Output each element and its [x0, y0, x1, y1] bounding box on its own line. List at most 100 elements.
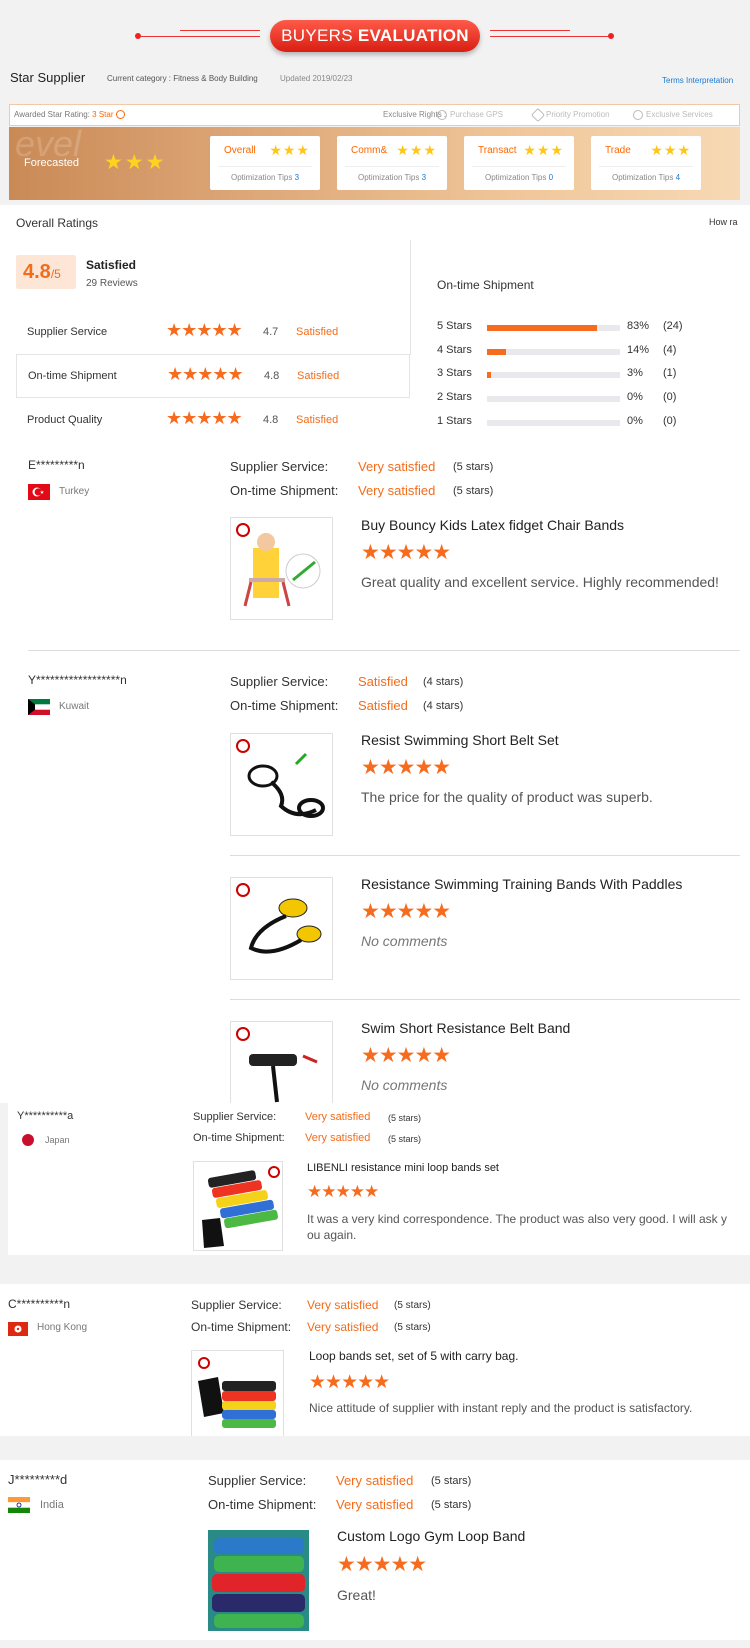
breakdown-count: (0)	[663, 415, 677, 427]
review-comment-continued: ou again.	[307, 1228, 357, 1242]
dsr-label: Supplier Service	[27, 326, 108, 338]
product-title[interactable]: Loop bands set, set of 5 with carry bag.	[309, 1349, 518, 1363]
review-comment: Nice attitude of supplier with instant r…	[309, 1401, 693, 1415]
product-thumbnail[interactable]	[230, 877, 333, 980]
crescent-star-icon	[32, 487, 44, 497]
card-divider	[599, 166, 693, 167]
product-thumbnail[interactable]	[208, 1530, 309, 1631]
breakdown-label: 4 Stars	[437, 344, 472, 356]
breakdown-label: 1 Stars	[437, 415, 472, 427]
tips-count[interactable]: 3	[295, 173, 299, 182]
banner-title: BUYERS EVALUATION	[270, 20, 480, 52]
ontime-shipment-stars: (4 stars)	[423, 700, 464, 712]
ontime-shipment-stars: (5 stars)	[388, 1134, 422, 1144]
reviewer-country: Turkey	[59, 486, 90, 497]
reviewer-country: India	[40, 1499, 64, 1511]
card-name: Transact	[478, 145, 517, 156]
card-tips: Optimization Tips 0	[464, 173, 574, 182]
product-stars: ★★★★★	[361, 541, 451, 564]
card-name: Overall	[224, 145, 256, 156]
card-overall[interactable]: Overall ★★★ Optimization Tips 3	[210, 136, 320, 190]
banner: BUYERS EVALUATION	[0, 0, 750, 62]
ontime-shipment-stars: (5 stars)	[453, 485, 494, 497]
breakdown-pct: 14%	[627, 344, 650, 356]
help-icon[interactable]	[115, 110, 125, 120]
product-title[interactable]: Swim Short Resistance Belt Band	[361, 1020, 570, 1036]
product-title[interactable]: Custom Logo Gym Loop Band	[337, 1528, 525, 1544]
review-comment: It was a very kind correspondence. The p…	[307, 1212, 727, 1226]
card-tips: Optimization Tips 3	[210, 173, 320, 182]
ontime-shipment-label: On-time Shipment:	[191, 1320, 292, 1334]
banner-dot-right	[608, 33, 614, 39]
supplier-service-label: Supplier Service:	[230, 674, 329, 689]
product-title[interactable]: LIBENLI resistance mini loop bands set	[307, 1162, 499, 1174]
banner-line-right-2	[490, 30, 570, 31]
review-comment: Great!	[337, 1587, 376, 1603]
review-comment: No comments	[361, 1077, 448, 1093]
product-thumbnail[interactable]	[193, 1161, 283, 1251]
card-tips: Optimization Tips 4	[591, 173, 701, 182]
supplier-service-value: Very satisfied	[336, 1473, 414, 1488]
current-category: Current category : Fitness & Body Buildi…	[107, 74, 258, 83]
card-communication[interactable]: Comm& ★★★ Optimization Tips 3	[337, 136, 447, 190]
dsr-label: On-time Shipment	[28, 370, 117, 382]
tips-count[interactable]: 4	[676, 173, 680, 182]
card-divider	[218, 166, 312, 167]
product-divider	[230, 999, 740, 1000]
exclusive-item-label: Priority Promotion	[546, 110, 610, 120]
chair-bands-image	[236, 523, 321, 607]
breakdown-track	[487, 372, 620, 378]
breakdown-pct: 83%	[627, 320, 650, 332]
product-thumbnail[interactable]	[230, 1021, 333, 1103]
card-stars: ★★★	[523, 142, 564, 158]
product-title[interactable]: Resist Swimming Short Belt Set	[361, 732, 559, 748]
supplier-service-stars: (5 stars)	[453, 461, 494, 473]
score-out-of: /5	[50, 267, 61, 281]
card-trade[interactable]: Trade ★★★ Optimization Tips 4	[591, 136, 701, 190]
breakdown-fill	[487, 349, 506, 355]
product-thumbnail[interactable]	[230, 517, 333, 620]
tips-count[interactable]: 3	[422, 173, 426, 182]
breakdown-count: (4)	[663, 344, 677, 356]
overall-satisfaction: Satisfied	[86, 258, 137, 272]
breakdown-pct: 0%	[627, 391, 643, 403]
tips-label: Optimization Tips	[230, 173, 293, 182]
tips-count[interactable]: 0	[549, 173, 553, 182]
breakdown-track	[487, 420, 620, 426]
product-thumbnail[interactable]	[230, 733, 333, 836]
review-comment: Great quality and excellent service. Hig…	[361, 574, 719, 590]
terms-interpretation-link[interactable]: Terms Interpretation	[662, 76, 733, 85]
supplier-service-stars: (5 stars)	[394, 1300, 431, 1311]
reviewer-country: Hong Kong	[37, 1322, 88, 1333]
kuwait-flag-svg	[28, 699, 50, 715]
ontime-shipment-label: On-time Shipment:	[193, 1132, 285, 1144]
reviewer-country: Kuwait	[59, 701, 90, 712]
reviewer-name: C**********n	[8, 1297, 71, 1311]
tag-icon	[530, 107, 546, 123]
dsr-stars: ★★★★★	[166, 320, 243, 340]
swim-belt-image	[236, 739, 325, 818]
forecasted-label: Forecasted	[24, 157, 80, 169]
banner-word-1: BUYERS	[281, 26, 353, 45]
india-flag-svg	[8, 1497, 30, 1513]
dsr-word: Satisfied	[296, 326, 339, 338]
ontime-shipment-stars: (5 stars)	[394, 1322, 431, 1333]
dsr-word: Satisfied	[297, 370, 340, 382]
exclusive-purchase-gps: Purchase GPS	[437, 110, 503, 120]
product-title[interactable]: Buy Bouncy Kids Latex fidget Chair Bands	[361, 517, 624, 533]
awarded-star-rating: Awarded Star Rating: 3 Star	[14, 110, 128, 120]
ontime-shipment-value: Very satisfied	[336, 1497, 414, 1512]
product-thumbnail[interactable]	[191, 1350, 284, 1436]
supplier-service-label: Supplier Service:	[191, 1298, 282, 1312]
breakdown-count: (1)	[663, 367, 677, 379]
product-title[interactable]: Resistance Swimming Training Bands With …	[361, 876, 682, 892]
breakdown-track	[487, 325, 620, 331]
card-name: Trade	[605, 145, 631, 156]
how-rated-link[interactable]: How ra	[709, 217, 738, 227]
breakdown-label: 3 Stars	[437, 367, 472, 379]
card-transaction[interactable]: Transact ★★★ Optimization Tips 0	[464, 136, 574, 190]
review-divider	[28, 650, 740, 651]
dsr-ontime-shipment[interactable]: On-time Shipment ★★★★★ 4.8 Satisfied	[16, 354, 410, 398]
breakdown-fill	[487, 325, 598, 331]
supplier-service-stars: (5 stars)	[388, 1113, 422, 1123]
